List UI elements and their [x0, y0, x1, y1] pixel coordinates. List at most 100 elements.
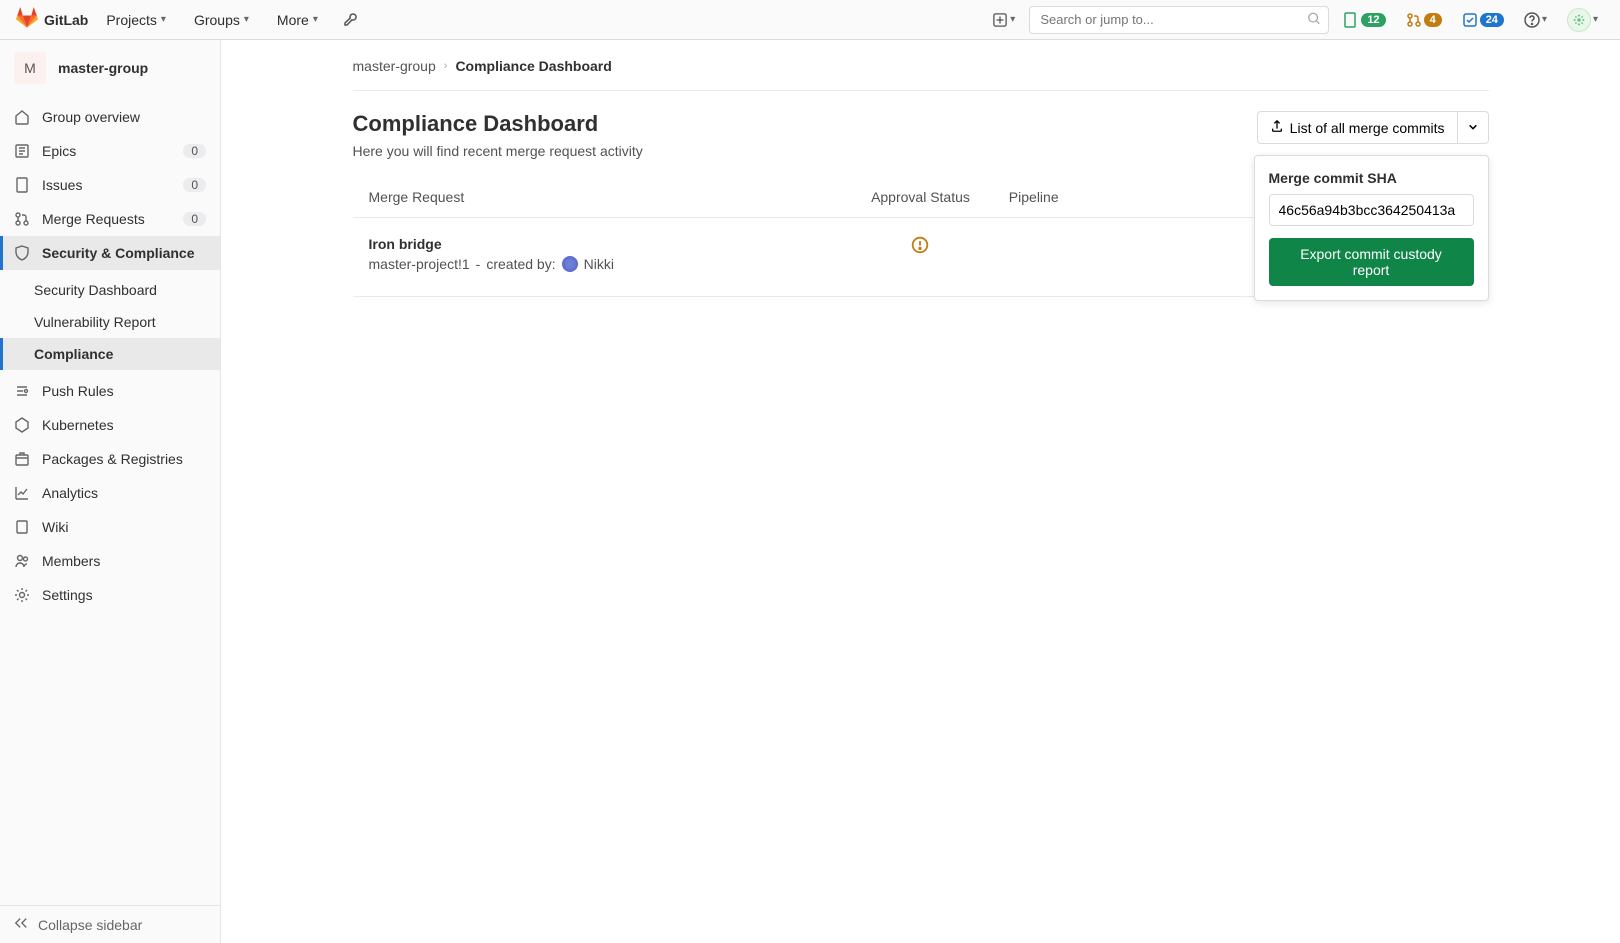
count-badge: 0	[183, 212, 206, 226]
chevron-down-icon: ▾	[1542, 14, 1547, 25]
main-content: master-group › Compliance Dashboard Comp…	[221, 40, 1620, 943]
mr-count-badge: 4	[1424, 13, 1442, 27]
chevron-right-icon: ›	[444, 60, 448, 72]
sidebar-item-wiki[interactable]: Wiki	[0, 510, 220, 544]
chevron-down-icon: ▾	[1010, 14, 1015, 25]
export-dropdown-toggle[interactable]	[1458, 111, 1489, 144]
user-avatar-icon	[1567, 8, 1591, 32]
sidebar-item-merge-requests[interactable]: Merge Requests 0	[0, 202, 220, 236]
sidebar-item-members[interactable]: Members	[0, 544, 220, 578]
issues-count-badge: 12	[1361, 13, 1385, 27]
nav-groups[interactable]: Groups▾	[184, 0, 259, 39]
package-icon	[14, 451, 30, 467]
push-rules-icon	[14, 383, 30, 399]
nav-more[interactable]: More▾	[267, 0, 328, 39]
created-by-label: created by:	[486, 256, 555, 272]
page-title: Compliance Dashboard	[353, 111, 643, 137]
count-badge: 0	[183, 178, 206, 192]
merge-requests-shortcut[interactable]: 4	[1400, 12, 1448, 28]
sidebar-item-label: Packages & Registries	[42, 451, 183, 467]
sidebar-item-epics[interactable]: Epics 0	[0, 134, 220, 168]
export-report-button[interactable]: Export commit custody report	[1269, 238, 1474, 286]
col-header-pipeline: Pipeline	[1009, 189, 1164, 205]
admin-wrench-icon[interactable]	[336, 0, 364, 39]
search-input[interactable]	[1029, 6, 1329, 34]
sidebar-subitem-vulnerability-report[interactable]: Vulnerability Report	[0, 306, 220, 338]
sidebar-item-label: Issues	[42, 177, 82, 193]
sidebar-item-packages[interactable]: Packages & Registries	[0, 442, 220, 476]
author-name[interactable]: Nikki	[584, 256, 614, 272]
export-button-group: List of all merge commits	[1257, 111, 1489, 144]
mr-meta: master-project!1 - created by: Nikki	[369, 256, 833, 272]
chevron-down-icon: ▾	[313, 14, 318, 25]
collapse-icon	[14, 916, 28, 933]
sidebar-item-security-compliance[interactable]: Security & Compliance	[0, 236, 220, 270]
sidebar-item-label: Wiki	[42, 519, 68, 535]
sidebar-item-settings[interactable]: Settings	[0, 578, 220, 612]
page-header: Compliance Dashboard Here you will find …	[353, 111, 1489, 159]
collapse-label: Collapse sidebar	[38, 917, 142, 933]
brand-text: GitLab	[44, 12, 88, 28]
sha-input[interactable]	[1269, 194, 1474, 226]
gitlab-tanuki-icon	[16, 7, 38, 32]
todos-shortcut[interactable]: 24	[1456, 12, 1510, 28]
sha-input-label: Merge commit SHA	[1269, 170, 1474, 186]
group-avatar: M	[14, 52, 46, 84]
sidebar-sublist-security: Security Dashboard Vulnerability Report …	[0, 274, 220, 370]
sidebar-item-label: Epics	[42, 143, 76, 159]
mr-title[interactable]: Iron bridge	[369, 236, 833, 252]
sidebar-item-analytics[interactable]: Analytics	[0, 476, 220, 510]
sidebar: M master-group Group overview Epics 0 Is…	[0, 40, 221, 943]
chevron-down-icon: ▾	[244, 14, 249, 25]
analytics-icon	[14, 485, 30, 501]
approval-warning-icon	[832, 236, 1009, 254]
kubernetes-icon	[14, 417, 30, 433]
sidebar-item-overview[interactable]: Group overview	[0, 100, 220, 134]
help-menu[interactable]: ▾	[1518, 12, 1553, 28]
user-menu[interactable]: ▾	[1561, 8, 1604, 32]
chevron-down-icon: ▾	[161, 14, 166, 25]
top-navbar: GitLab Projects▾ Groups▾ More▾ ▾ 12 4 24…	[0, 0, 1620, 40]
sidebar-nav-list: Group overview Epics 0 Issues 0 Merge Re…	[0, 96, 220, 274]
global-search	[1029, 6, 1329, 34]
new-menu-button[interactable]: ▾	[987, 13, 1021, 27]
export-dropdown-panel: Merge commit SHA Export commit custody r…	[1254, 155, 1489, 301]
wiki-icon	[14, 519, 30, 535]
collapse-sidebar-button[interactable]: Collapse sidebar	[0, 905, 220, 943]
shield-icon	[14, 245, 30, 261]
chevron-down-icon: ▾	[1593, 14, 1598, 25]
upload-icon	[1270, 119, 1284, 136]
nav-projects[interactable]: Projects▾	[96, 0, 176, 39]
sidebar-subitem-compliance[interactable]: Compliance	[0, 338, 220, 370]
breadcrumb-root[interactable]: master-group	[353, 58, 436, 74]
merge-request-icon	[14, 211, 30, 227]
chevron-down-icon	[1468, 120, 1478, 135]
issues-icon	[14, 177, 30, 193]
sidebar-item-label: Security & Compliance	[42, 245, 195, 261]
sidebar-item-label: Members	[42, 553, 100, 569]
sidebar-context-header[interactable]: M master-group	[0, 40, 220, 96]
sidebar-item-label: Push Rules	[42, 383, 114, 399]
mr-project-ref[interactable]: master-project!1	[369, 256, 470, 272]
sidebar-item-label: Kubernetes	[42, 417, 114, 433]
sidebar-item-label: Analytics	[42, 485, 98, 501]
sidebar-item-push-rules[interactable]: Push Rules	[0, 374, 220, 408]
count-badge: 0	[183, 144, 206, 158]
export-commits-button[interactable]: List of all merge commits	[1257, 111, 1458, 144]
issues-shortcut[interactable]: 12	[1337, 12, 1391, 28]
breadcrumb-current: Compliance Dashboard	[455, 58, 611, 74]
todos-count-badge: 24	[1480, 13, 1504, 27]
epic-icon	[14, 143, 30, 159]
sidebar-item-label: Group overview	[42, 109, 140, 125]
gitlab-logo[interactable]: GitLab	[16, 7, 88, 32]
sidebar-item-label: Settings	[42, 587, 93, 603]
sidebar-item-kubernetes[interactable]: Kubernetes	[0, 408, 220, 442]
col-header-approval: Approval Status	[832, 189, 1009, 205]
sidebar-item-issues[interactable]: Issues 0	[0, 168, 220, 202]
page-subtitle: Here you will find recent merge request …	[353, 143, 643, 159]
sidebar-subitem-security-dashboard[interactable]: Security Dashboard	[0, 274, 220, 306]
gear-icon	[14, 587, 30, 603]
members-icon	[14, 553, 30, 569]
author-avatar-icon	[562, 256, 578, 272]
home-icon	[14, 109, 30, 125]
